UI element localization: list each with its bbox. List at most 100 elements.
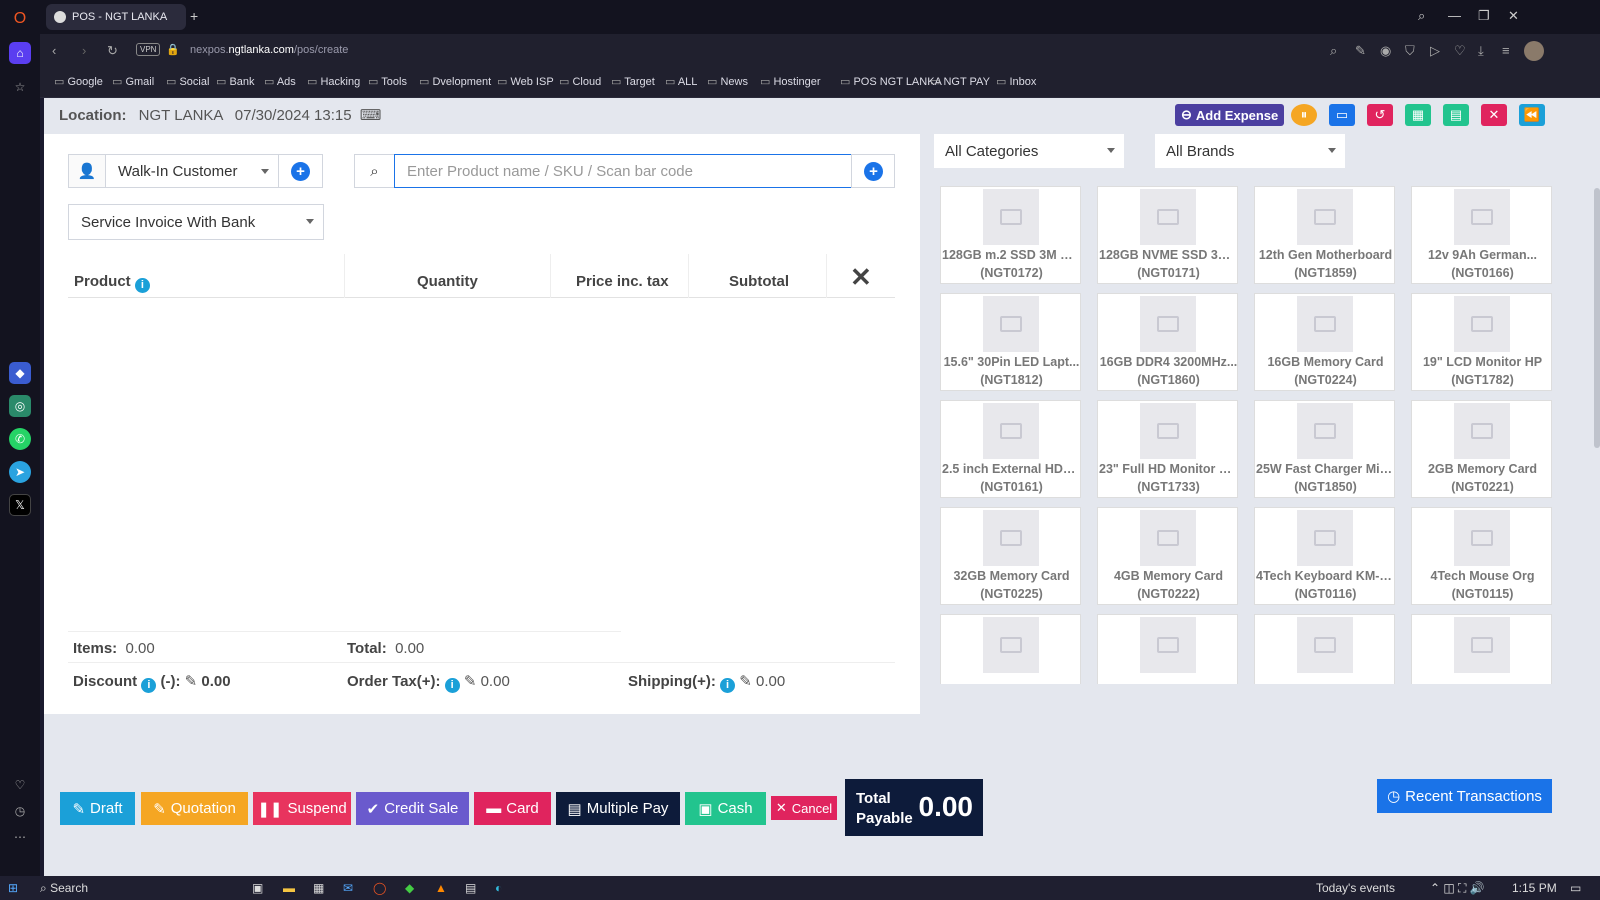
product-card[interactable]	[1097, 614, 1238, 684]
info-icon[interactable]: i	[720, 677, 736, 693]
play-icon[interactable]: ▷	[1430, 43, 1440, 59]
bookmark-google[interactable]: ▭ Google	[54, 75, 103, 88]
opera-logo-icon[interactable]: O	[9, 8, 31, 30]
bookmark-bank[interactable]: ▭ Bank	[216, 75, 255, 88]
more-icon[interactable]: ⋯	[9, 826, 31, 848]
maximize-icon[interactable]: ❐	[1478, 8, 1490, 24]
product-card[interactable]	[1254, 614, 1395, 684]
minimize-icon[interactable]: —	[1448, 8, 1461, 23]
briefcase-icon[interactable]: ▤	[1443, 104, 1469, 126]
shield-icon[interactable]: ⛉	[1405, 43, 1415, 59]
edge-icon[interactable]: ◐	[495, 881, 502, 895]
product-card[interactable]: 128GB m.2 SSD 3M Warr (NGT0172)	[940, 186, 1082, 284]
product-card[interactable]: 12v 9Ah German... (NGT0166)	[1411, 186, 1552, 284]
edit-tax-icon[interactable]: ✎	[464, 673, 477, 690]
chatgpt-icon[interactable]: ◎	[9, 395, 31, 417]
bookmark-hostinger[interactable]: ▭ Hostinger	[760, 75, 821, 88]
app-icon[interactable]: ◆	[9, 362, 31, 384]
cash-button[interactable]: ▣ Cash	[685, 792, 766, 825]
bookmark-tools[interactable]: ▭ Tools	[368, 75, 407, 88]
product-card[interactable]: 16GB Memory Card (NGT0224)	[1254, 293, 1395, 391]
bookmark-hacking[interactable]: ▭ Hacking	[307, 75, 360, 88]
bookmark-web-isp[interactable]: ▭ Web ISP	[497, 75, 554, 88]
bookmark-gmail[interactable]: ▭ Gmail	[112, 75, 154, 88]
telegram-icon[interactable]: ➤	[9, 461, 31, 483]
product-card[interactable]: 23" Full HD Monitor LED (NGT1733)	[1097, 400, 1239, 498]
credit-sale-button[interactable]: ✔ Credit Sale	[356, 792, 469, 825]
explorer-icon[interactable]: ▬	[283, 881, 295, 895]
recent-transactions-button[interactable]: ◷ Recent Transactions	[1377, 779, 1552, 813]
add-customer-button[interactable]: +	[278, 154, 323, 188]
info-icon[interactable]: i	[141, 677, 157, 693]
browser-tab[interactable]: POS - NGT LANKA	[46, 4, 186, 30]
reload-icon[interactable]: ↻	[107, 43, 118, 59]
close-register-icon[interactable]: ✕	[1481, 104, 1507, 126]
opera-icon[interactable]: ◯	[373, 881, 386, 895]
scrollbar[interactable]	[1594, 188, 1600, 448]
bookmark-inbox[interactable]: ▭ Inbox	[996, 75, 1036, 88]
product-card[interactable]	[1411, 614, 1552, 684]
app-icon[interactable]: ◆	[405, 881, 414, 895]
undo-icon[interactable]: ↺	[1367, 104, 1393, 126]
product-card[interactable]: 2GB Memory Card (NGT0221)	[1411, 400, 1552, 498]
bookmark-ngt-pay[interactable]: ▭ NGT PAY	[930, 75, 990, 88]
multiple-pay-button[interactable]: ▤ Multiple Pay	[556, 792, 680, 825]
product-card[interactable]	[940, 614, 1081, 684]
download-icon[interactable]: ⤓	[1478, 43, 1484, 59]
heart-icon[interactable]: ♡	[1454, 43, 1466, 59]
product-card[interactable]: 12th Gen Motherboard (NGT1859)	[1254, 186, 1395, 284]
pause-icon[interactable]: ⏸	[1291, 104, 1317, 126]
forward-icon[interactable]: ›	[82, 43, 86, 58]
vlc-icon[interactable]: ▲	[435, 881, 447, 895]
keyboard-icon[interactable]: ⌨	[360, 107, 382, 124]
taskbar-search[interactable]: ⌕ Search	[40, 881, 88, 896]
product-card[interactable]: 2.5 inch External HDD... (NGT0161)	[940, 400, 1082, 498]
star-icon[interactable]: ☆	[9, 76, 31, 98]
product-card[interactable]: 4GB Memory Card (NGT0222)	[1097, 507, 1238, 605]
menu-icon[interactable]: ≡	[1502, 43, 1510, 58]
brand-select[interactable]: All Brands	[1155, 134, 1345, 168]
new-tab-icon[interactable]: +	[190, 8, 198, 24]
product-card[interactable]: 4Tech Mouse Org (NGT0115)	[1411, 507, 1552, 605]
product-card[interactable]: 128GB NVME SSD 3M... (NGT0171)	[1097, 186, 1239, 284]
bookmark-target[interactable]: ▭ Target	[611, 75, 655, 88]
zoom-icon[interactable]: ⌕	[1330, 43, 1337, 59]
add-product-button[interactable]: +	[851, 154, 895, 188]
info-icon[interactable]: i	[134, 277, 150, 293]
search-tabs-icon[interactable]: ⌕	[1418, 8, 1425, 24]
bookmark-news[interactable]: ▭ News	[707, 75, 748, 88]
task-view-icon[interactable]: ▣	[252, 881, 263, 895]
heart-icon[interactable]: ♡	[9, 774, 31, 796]
product-card[interactable]: 19" LCD Monitor HP (NGT1782)	[1411, 293, 1552, 391]
camera-icon[interactable]: ◉	[1380, 43, 1391, 59]
product-card[interactable]: 15.6" 30Pin LED Lapt... (NGT1812)	[940, 293, 1081, 391]
window-icon[interactable]: ▭	[1329, 104, 1355, 126]
x-icon[interactable]: 𝕏	[9, 494, 31, 516]
card-button[interactable]: ▬ Card	[474, 792, 551, 825]
category-select[interactable]: All Categories	[934, 134, 1124, 168]
clear-cart-icon[interactable]: ✕	[850, 262, 872, 293]
back-icon[interactable]: ‹	[52, 43, 56, 58]
whatsapp-icon[interactable]: ✆	[9, 428, 31, 450]
bookmark-social[interactable]: ▭ Social	[166, 75, 209, 88]
product-card[interactable]: 16GB DDR4 3200MHz... (NGT1860)	[1097, 293, 1238, 391]
bookmark-cloud[interactable]: ▭ Cloud	[559, 75, 601, 88]
tray-icon[interactable]: ⌃ ◫ ⛶ 🔊	[1430, 881, 1485, 896]
notification-icon[interactable]: ▭	[1570, 881, 1581, 895]
history-icon[interactable]: ◷	[9, 800, 31, 822]
vpn-badge[interactable]: VPN	[136, 43, 161, 56]
bookmark-pos-ngt-lanka[interactable]: ▭ POS NGT LANKA	[840, 75, 942, 88]
invoice-type-select[interactable]: Service Invoice With Bank	[68, 204, 324, 240]
close-window-icon[interactable]: ✕	[1508, 8, 1519, 24]
mail-icon[interactable]: ✉	[343, 881, 353, 895]
product-card[interactable]: 4Tech Keyboard KM-7... (NGT0116)	[1254, 507, 1396, 605]
add-expense-button[interactable]: ⊖ Add Expense	[1175, 104, 1285, 126]
product-search-input[interactable]: Enter Product name / SKU / Scan bar code	[394, 154, 852, 188]
windows-start-icon[interactable]: ⊞	[8, 881, 18, 895]
back-fast-icon[interactable]: ⏪	[1519, 104, 1545, 126]
home-icon[interactable]: ⌂	[9, 42, 31, 64]
info-icon[interactable]: i	[444, 677, 460, 693]
edit-discount-icon[interactable]: ✎	[185, 673, 198, 690]
edit-icon[interactable]: ✎	[1355, 43, 1366, 59]
quotation-button[interactable]: ✎ Quotation	[141, 792, 248, 825]
